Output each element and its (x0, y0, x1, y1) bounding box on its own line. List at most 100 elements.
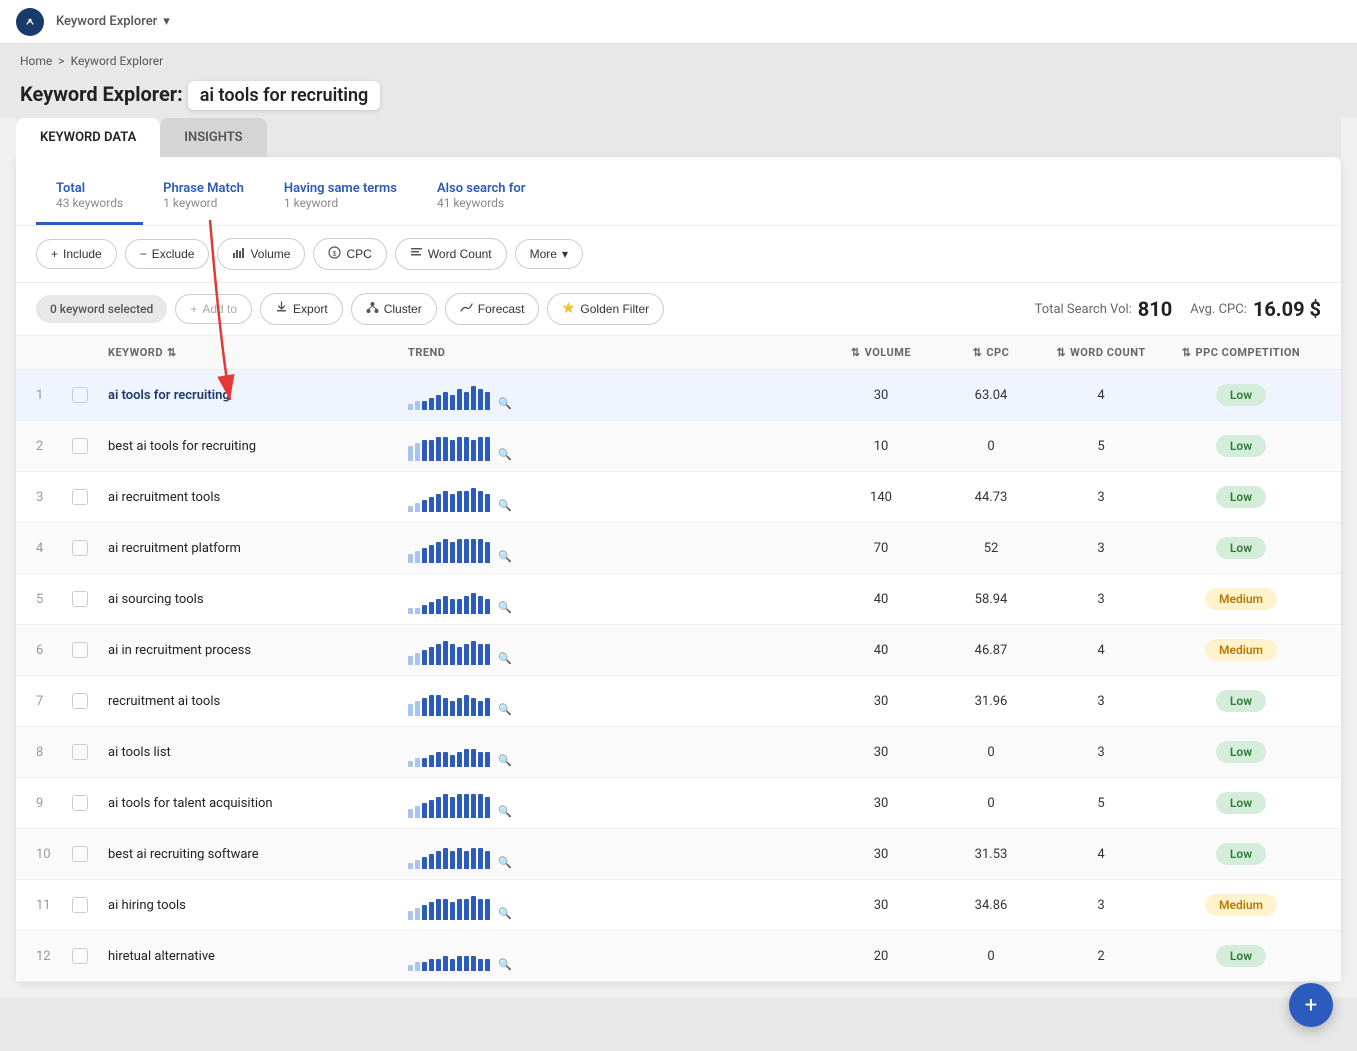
breadcrumb-home[interactable]: Home (20, 54, 52, 68)
row-checkbox[interactable] (72, 540, 108, 556)
export-btn[interactable]: Export (260, 293, 343, 325)
ktype-total[interactable]: Total 43 keywords (36, 173, 143, 225)
tab-keyword-data[interactable]: KEYWORD DATA (16, 118, 160, 157)
trend-search-icon[interactable]: 🔍 (498, 601, 512, 614)
topbar-title: Keyword Explorer ▾ (56, 14, 170, 29)
cpc-cell: 0 (941, 439, 1041, 454)
table-row: 9 ai tools for talent acquisition 🔍 30 0… (16, 778, 1341, 829)
row-checkbox[interactable] (72, 948, 108, 964)
golden-filter-label: Golden Filter (580, 302, 649, 316)
trend-search-icon[interactable]: 🔍 (498, 397, 512, 410)
cluster-btn[interactable]: Cluster (351, 293, 437, 325)
col-cpc-label: CPC (986, 346, 1009, 359)
row-checkbox[interactable] (72, 387, 108, 403)
tab-insights[interactable]: INSIGHTS (160, 118, 266, 157)
trend-search-icon[interactable]: 🔍 (498, 856, 512, 869)
ppc-badge: Low (1216, 741, 1266, 763)
exclude-icon: − (140, 247, 147, 261)
ppc-badge: Medium (1205, 894, 1277, 916)
trend-bar (443, 539, 448, 563)
ktype-also-search[interactable]: Also search for 41 keywords (417, 173, 545, 225)
row-checkbox[interactable] (72, 591, 108, 607)
trend-bar (450, 644, 455, 665)
row-number: 5 (36, 592, 72, 607)
golden-filter-btn[interactable]: Golden Filter (547, 293, 664, 325)
volume-filter-btn[interactable]: Volume (217, 238, 305, 270)
page-header: Keyword Explorer: ai tools for recruitin… (0, 78, 1357, 118)
col-keyword-sort-icon: ⇅ (167, 346, 177, 359)
trend-search-icon[interactable]: 🔍 (498, 907, 512, 920)
trend-search-icon[interactable]: 🔍 (498, 805, 512, 818)
trend-search-icon[interactable]: 🔍 (498, 499, 512, 512)
col-word-count[interactable]: ⇅ WORD COUNT (1041, 346, 1161, 359)
trend-search-icon[interactable]: 🔍 (498, 448, 512, 461)
row-checkbox[interactable] (72, 693, 108, 709)
include-filter-btn[interactable]: + Include (36, 239, 117, 269)
trend-bar (478, 644, 483, 665)
ppc-cell: Medium (1161, 588, 1321, 610)
exclude-filter-btn[interactable]: − Exclude (125, 239, 210, 269)
fab-button[interactable]: + (1289, 983, 1333, 1027)
trend-bar (429, 398, 434, 410)
trend-bar (408, 404, 413, 410)
trend-search-icon[interactable]: 🔍 (498, 550, 512, 563)
trend-bar (415, 806, 420, 818)
trend-bar (422, 905, 427, 920)
row-checkbox[interactable] (72, 795, 108, 811)
trend-bar (436, 899, 441, 920)
ppc-cell: Low (1161, 486, 1321, 508)
trend-bar (450, 959, 455, 971)
ppc-badge: Medium (1205, 588, 1277, 610)
add-to-icon: + (190, 302, 197, 316)
ktype-same-terms[interactable]: Having same terms 1 keyword (264, 173, 417, 225)
trend-bar (485, 698, 490, 716)
trend-search-icon[interactable]: 🔍 (498, 958, 512, 971)
ktype-phrase-match[interactable]: Phrase Match 1 keyword (143, 173, 264, 225)
col-ppc[interactable]: ⇅ PPC COMPETITION (1161, 346, 1321, 359)
word-count-filter-btn[interactable]: Word Count (395, 238, 507, 270)
add-to-btn[interactable]: + Add to (175, 294, 252, 324)
trend-cell: 🔍 (408, 380, 821, 410)
trend-bar (443, 752, 448, 767)
row-checkbox[interactable] (72, 897, 108, 913)
trend-search-icon[interactable]: 🔍 (498, 652, 512, 665)
trend-bar (478, 959, 483, 971)
col-cpc[interactable]: ⇅ CPC (941, 346, 1041, 359)
trend-bar (478, 437, 483, 461)
topbar-chevron[interactable]: ▾ (163, 14, 170, 29)
volume-cell: 30 (821, 898, 941, 913)
row-checkbox[interactable] (72, 438, 108, 454)
ppc-cell: Low (1161, 537, 1321, 559)
forecast-label: Forecast (478, 302, 525, 316)
cpc-cell: 31.96 (941, 694, 1041, 709)
word-count-cell: 5 (1041, 796, 1161, 811)
cpc-filter-btn[interactable]: $ CPC (313, 238, 386, 270)
row-number: 7 (36, 694, 72, 709)
col-volume[interactable]: ⇅ VOLUME (821, 346, 941, 359)
search-query: ai tools for recruiting (188, 81, 381, 110)
ppc-badge: Low (1216, 690, 1266, 712)
trend-bar (457, 539, 462, 563)
volume-cell: 30 (821, 694, 941, 709)
col-trend[interactable]: TREND (408, 346, 821, 359)
trend-bar (429, 800, 434, 818)
trend-bar (471, 539, 476, 563)
breadcrumb-sep: > (58, 54, 64, 68)
trend-cell: 🔍 (408, 584, 821, 614)
row-checkbox[interactable] (72, 489, 108, 505)
trend-search-icon[interactable]: 🔍 (498, 754, 512, 767)
trend-bar (415, 653, 420, 665)
col-keyword-label: KEYWORD (108, 346, 163, 359)
ppc-badge: Low (1216, 792, 1266, 814)
trend-search-icon[interactable]: 🔍 (498, 703, 512, 716)
row-checkbox[interactable] (72, 642, 108, 658)
trend-bar (443, 641, 448, 665)
app-logo[interactable] (16, 8, 44, 36)
col-keyword[interactable]: KEYWORD ⇅ (108, 346, 408, 359)
more-filter-btn[interactable]: More ▾ (515, 239, 583, 269)
row-checkbox[interactable] (72, 744, 108, 760)
col-wc-sort-icon: ⇅ (1056, 346, 1066, 359)
trend-bar (436, 644, 441, 665)
forecast-btn[interactable]: Forecast (445, 293, 540, 325)
row-checkbox[interactable] (72, 846, 108, 862)
